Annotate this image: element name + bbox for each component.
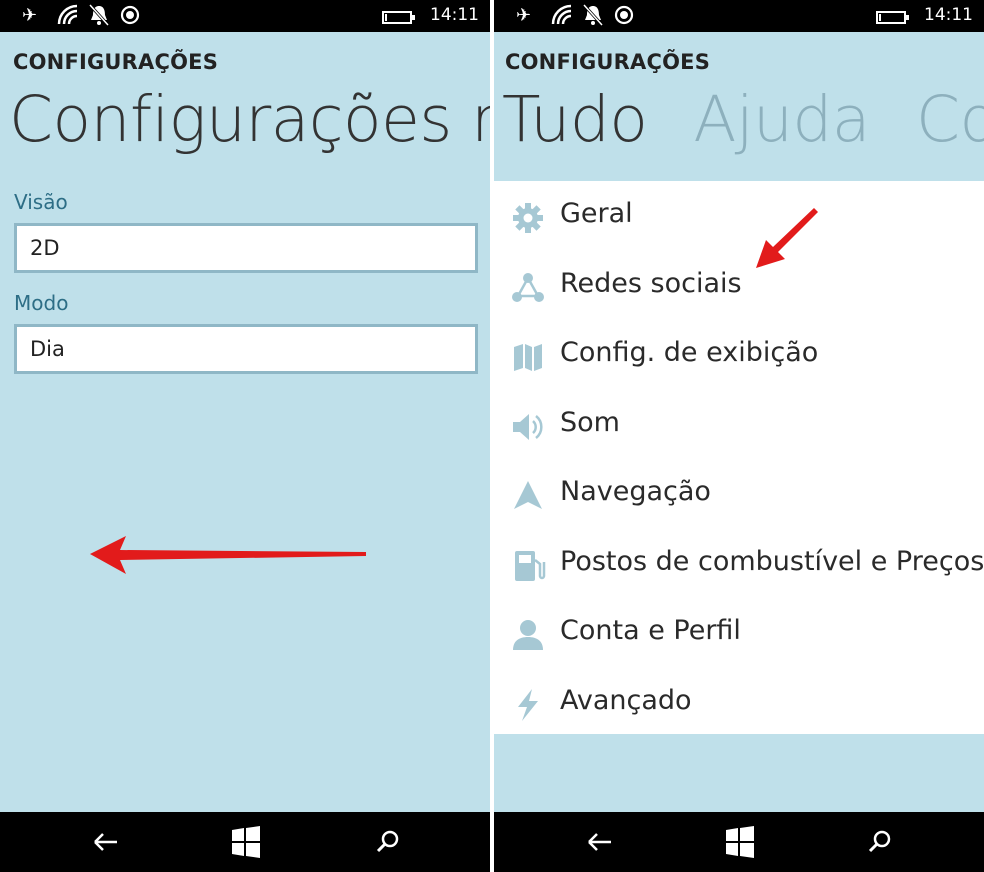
view-field-label: Visão: [14, 190, 68, 214]
app-title: CONFIGURAÇÕES: [505, 50, 711, 74]
settings-menu: Geral Redes sociais Config. de exibição …: [494, 181, 984, 734]
app-title: CONFIGURAÇÕES: [13, 50, 219, 74]
search-icon[interactable]: [860, 824, 900, 860]
annotation-arrow-down: [756, 208, 818, 268]
menu-item-redes-sociais[interactable]: Redes sociais: [494, 264, 984, 320]
quiet-hours-icon: [582, 3, 604, 33]
windows-start-icon[interactable]: [226, 824, 266, 860]
clock: 14:11: [924, 5, 973, 25]
menu-item-avancado[interactable]: Avançado: [494, 681, 984, 737]
person-icon: [513, 620, 543, 650]
back-icon[interactable]: [580, 824, 620, 860]
clock: 14:11: [430, 5, 479, 25]
status-bar: ✈ 14:11: [494, 0, 984, 32]
view-select[interactable]: 2D: [14, 223, 478, 273]
annotation-arrow-left: [90, 536, 366, 574]
menu-item-label: Conta e Perfil: [560, 615, 741, 646]
right-screen: ✈ 14:11 CONFIGURAÇÕES Tudo Ajuda Co Gera…: [494, 0, 984, 872]
menu-item-label: Avançado: [560, 685, 692, 716]
menu-item-conta-perfil[interactable]: Conta e Perfil: [494, 611, 984, 667]
airplane-icon: ✈: [22, 5, 38, 26]
share-network-icon: [512, 273, 544, 302]
battery-icon: [382, 11, 415, 24]
mode-field-label: Modo: [14, 291, 69, 315]
speaker-icon: [513, 414, 543, 440]
menu-item-postos-combustivel[interactable]: Postos de combustível e Preços: [494, 542, 984, 598]
quiet-hours-icon: [88, 3, 110, 33]
map-icon: [514, 344, 542, 371]
gear-icon: [513, 203, 543, 233]
back-icon[interactable]: [86, 824, 126, 860]
wifi-icon: [57, 4, 79, 33]
fuel-pump-icon: [515, 551, 546, 581]
tab-ajuda[interactable]: Ajuda: [693, 83, 870, 156]
pivot-title-text[interactable]: Configurações rá: [9, 83, 490, 156]
windows-start-icon[interactable]: [720, 824, 760, 860]
left-screen: ✈ 14:11 CONFIGURAÇÕES Configurações rá V…: [0, 0, 490, 872]
menu-item-label: Navegação: [560, 476, 711, 507]
menu-item-label: Config. de exibição: [560, 337, 819, 368]
navigation-bar: [0, 812, 490, 872]
menu-item-label: Som: [560, 407, 620, 438]
tab-co[interactable]: Co: [916, 83, 984, 156]
menu-item-geral[interactable]: Geral: [494, 194, 984, 250]
menu-item-label: Redes sociais: [560, 268, 742, 299]
location-icon: [120, 4, 140, 33]
menu-item-config-exibicao[interactable]: Config. de exibição: [494, 333, 984, 389]
status-bar: ✈ 14:11: [0, 0, 490, 32]
location-icon: [614, 4, 634, 33]
navigation-arrow-icon: [514, 481, 542, 509]
menu-item-som[interactable]: Som: [494, 403, 984, 459]
menu-item-navegacao[interactable]: Navegação: [494, 472, 984, 528]
mode-select[interactable]: Dia: [14, 324, 478, 374]
menu-item-label: Geral: [560, 198, 633, 229]
wifi-icon: [551, 4, 573, 33]
pivot-title[interactable]: Configurações rá: [9, 80, 490, 160]
battery-icon: [876, 11, 909, 24]
navigation-bar: [494, 812, 984, 872]
search-icon[interactable]: [368, 824, 408, 860]
tab-tudo[interactable]: Tudo: [502, 83, 648, 156]
lightning-icon: [518, 689, 538, 721]
airplane-icon: ✈: [516, 5, 532, 26]
pivot-tabs: Tudo Ajuda Co: [502, 80, 984, 160]
menu-item-label: Postos de combustível e Preços: [560, 546, 984, 577]
